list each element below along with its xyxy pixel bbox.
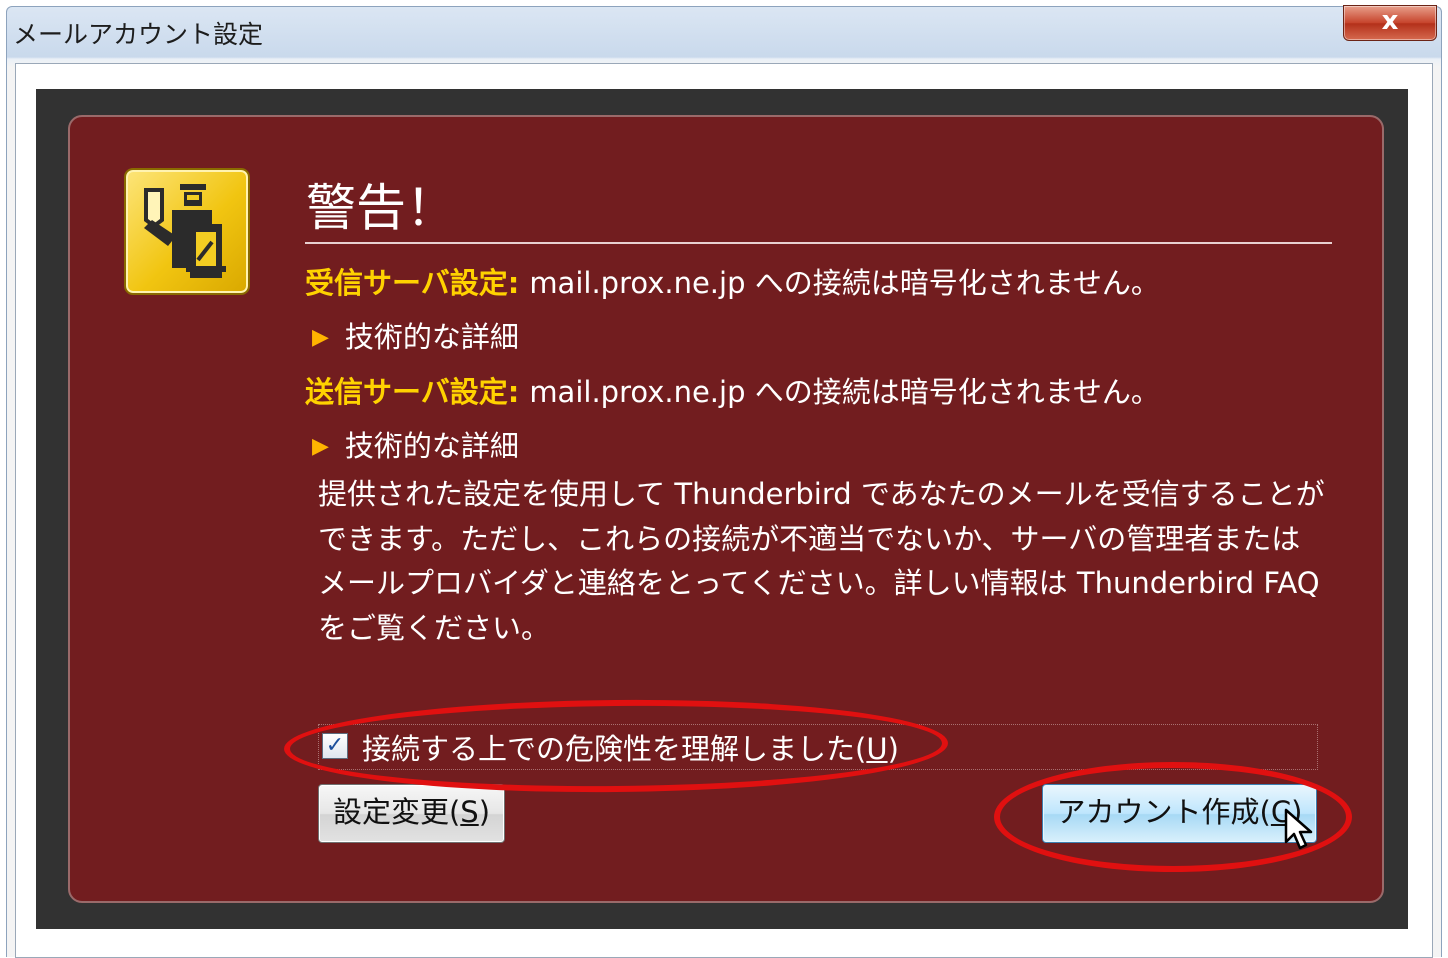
warning-description: 提供された設定を使用して Thunderbird であなたのメールを受信すること… (318, 477, 1325, 645)
mouse-cursor-icon (1284, 808, 1313, 850)
change-settings-prefix: ( (448, 795, 461, 829)
change-settings-accesskey: S (460, 795, 479, 829)
close-icon: x (1381, 6, 1399, 36)
officer-warning-icon (124, 168, 250, 295)
window-title: メールアカウント設定 (13, 20, 264, 49)
titlebar: メールアカウント設定 x (7, 5, 1441, 55)
outgoing-server-message: mail.prox.ne.jp への接続は暗号化されません。 (529, 375, 1160, 409)
triangle-right-icon: ▶ (312, 434, 329, 459)
change-settings-button[interactable]: 設定変更(S) (318, 784, 505, 843)
incoming-details-label: 技術的な詳細 (344, 320, 519, 354)
outgoing-details-toggle[interactable]: ▶ 技術的な詳細 (312, 423, 519, 465)
change-settings-suffix: ) (478, 795, 491, 829)
change-settings-label: 設定変更 (332, 795, 449, 829)
incoming-details-toggle[interactable]: ▶ 技術的な詳細 (312, 314, 519, 356)
close-button[interactable]: x (1343, 5, 1437, 41)
incoming-server-row: 受信サーバ設定: mail.prox.ne.jp への接続は暗号化されません。 (305, 260, 1160, 302)
incoming-server-label: 受信サーバ設定: (305, 266, 520, 300)
triangle-right-icon: ▶ (312, 325, 329, 350)
outgoing-server-row: 送信サーバ設定: mail.prox.ne.jp への接続は暗号化されません。 (305, 369, 1160, 411)
warning-heading: 警告！ (306, 179, 456, 237)
outgoing-server-label: 送信サーバ設定: (305, 375, 520, 409)
incoming-server-message: mail.prox.ne.jp への接続は暗号化されません。 (529, 266, 1160, 300)
heading-divider (305, 242, 1332, 244)
outgoing-details-label: 技術的な詳細 (344, 429, 519, 463)
